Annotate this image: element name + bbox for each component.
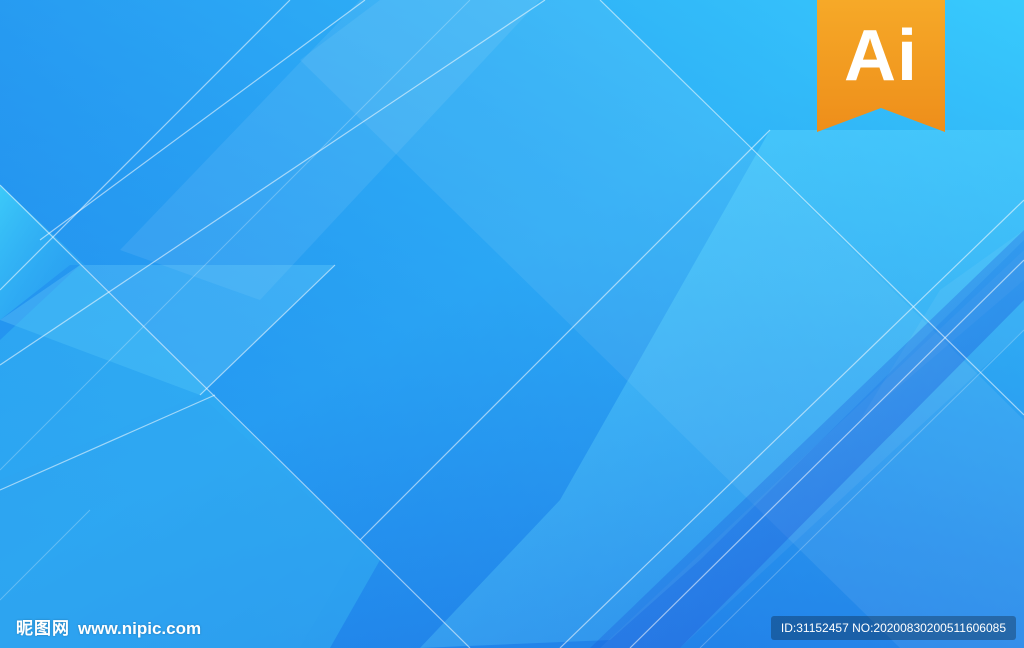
ai-badge-label: Ai [844, 16, 918, 96]
watermark-url: www.nipic.com [78, 619, 202, 638]
ai-file-badge: Ai [817, 0, 945, 132]
background-canvas: Ai 昵图网 www.nipic.com ID:31152457 NO:2020… [0, 0, 1024, 648]
watermark-brand: 昵图网 [16, 619, 70, 639]
watermark-logo: 昵图网 www.nipic.com [16, 617, 201, 641]
watermark-id-label: ID:31152457 NO:20200830200511606085 [770, 616, 1016, 640]
